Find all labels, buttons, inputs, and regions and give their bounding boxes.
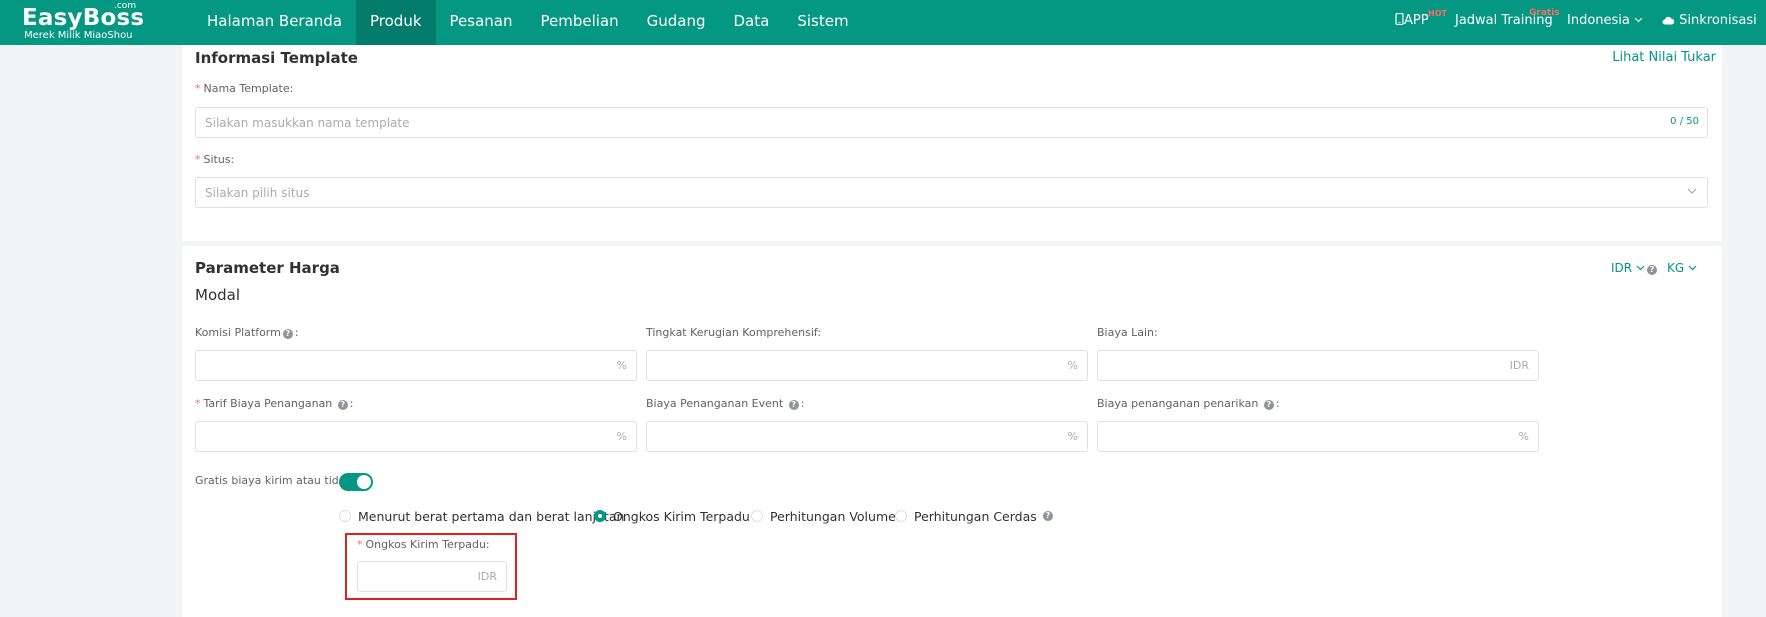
currency-label: IDR xyxy=(1611,261,1633,275)
withdrawal-fee-field[interactable] xyxy=(1098,422,1472,451)
logo-subtitle: Merek Milik MiaoShou xyxy=(24,30,133,41)
language-select[interactable]: Indonesia xyxy=(1567,0,1643,45)
unified-shipping-input[interactable]: IDR xyxy=(357,561,507,592)
percent-suffix: % xyxy=(616,430,627,443)
nav-item-gudang[interactable]: Gudang xyxy=(633,0,720,45)
percent-suffix: % xyxy=(1067,359,1078,372)
help-icon: ? xyxy=(282,329,293,339)
radio-unified-shipping[interactable]: Ongkos Kirim Terpadu xyxy=(594,508,750,524)
event-handling-fee-field[interactable] xyxy=(647,422,1021,451)
idr-suffix: IDR xyxy=(477,570,497,583)
radio-smart-calc[interactable]: Perhitungan Cerdas ? xyxy=(895,508,1055,524)
nav-item-data[interactable]: Data xyxy=(720,0,784,45)
event-handling-fee-input[interactable]: % xyxy=(646,421,1088,452)
loss-rate-field[interactable] xyxy=(647,351,1021,380)
unified-shipping-field[interactable] xyxy=(358,562,469,591)
nav-item-produk[interactable]: Produk xyxy=(356,0,436,45)
template-name-label: * Nama Template: xyxy=(195,82,294,95)
training-link[interactable]: Jadwal Training Gratis xyxy=(1455,0,1560,45)
idr-suffix: IDR xyxy=(1509,359,1529,372)
platform-commission-input[interactable]: % xyxy=(195,350,637,381)
app-label: APP xyxy=(1404,13,1429,28)
modal-subtitle: Modal xyxy=(195,286,240,304)
language-label: Indonesia xyxy=(1567,13,1630,28)
site-select[interactable] xyxy=(195,177,1708,208)
radio-circle xyxy=(751,510,763,522)
weight-unit-select[interactable]: KG xyxy=(1667,261,1697,275)
free-shipping-label: Gratis biaya kirim atau tidak: xyxy=(195,474,356,487)
percent-suffix: % xyxy=(616,359,627,372)
template-name-field[interactable] xyxy=(196,108,1481,137)
easyboss-logo[interactable]: .com EasyBoss Merek Milik MiaoShou xyxy=(22,1,145,42)
template-name-input[interactable]: 0 / 50 xyxy=(195,107,1708,138)
handling-fee-rate-label: * Tarif Biaya Penanganan ?: xyxy=(195,397,354,410)
loss-rate-input[interactable]: % xyxy=(646,350,1088,381)
hot-badge: HOT xyxy=(1428,9,1447,18)
toggle-knob xyxy=(357,475,371,489)
weight-unit-label: KG xyxy=(1667,261,1685,275)
app-link[interactable]: APP HOT xyxy=(1395,0,1447,45)
other-fee-field[interactable] xyxy=(1098,351,1472,380)
chevron-down-icon xyxy=(1688,265,1697,271)
currency-select[interactable]: IDR ? xyxy=(1611,261,1659,275)
chevron-down-icon xyxy=(1634,17,1643,23)
sync-button[interactable]: Sinkronisasi xyxy=(1662,0,1757,45)
handling-fee-rate-field[interactable] xyxy=(196,422,570,451)
loss-rate-label: Tingkat Kerugian Komprehensif: xyxy=(646,326,822,339)
price-params-title: Parameter Harga xyxy=(195,259,340,277)
radio-circle xyxy=(594,510,606,522)
cloud-icon xyxy=(1662,16,1675,25)
char-counter: 0 / 50 xyxy=(1670,116,1699,127)
chevron-down-icon xyxy=(1636,265,1645,271)
price-params-card: Parameter Harga IDR ? KG Modal Komisi Pl… xyxy=(182,246,1722,617)
template-info-title: Informasi Template xyxy=(195,49,358,67)
radio-circle xyxy=(895,510,907,522)
radio-weight-based[interactable]: Menurut berat pertama dan berat lanjutan xyxy=(339,508,624,524)
withdrawal-fee-label: Biaya penanganan penarikan ?: xyxy=(1097,397,1280,410)
unified-shipping-label: * Ongkos Kirim Terpadu: xyxy=(357,538,490,551)
main-nav: Halaman Beranda Produk Pesanan Pembelian… xyxy=(193,0,863,45)
exchange-rate-link[interactable]: Lihat Nilai Tukar xyxy=(1612,50,1716,65)
help-icon: ? xyxy=(1042,511,1053,521)
nav-item-pesanan[interactable]: Pesanan xyxy=(436,0,527,45)
logo-brand: EasyBoss xyxy=(22,5,145,31)
handling-fee-rate-input[interactable]: % xyxy=(195,421,637,452)
withdrawal-fee-input[interactable]: % xyxy=(1097,421,1539,452)
platform-commission-field[interactable] xyxy=(196,351,570,380)
help-icon: ? xyxy=(337,400,348,410)
site-label: * Situs: xyxy=(195,153,235,166)
help-icon: ? xyxy=(1263,400,1274,410)
help-icon: ? xyxy=(788,400,799,410)
radio-circle xyxy=(339,510,351,522)
top-navbar: .com EasyBoss Merek Milik MiaoShou Halam… xyxy=(0,0,1766,45)
free-shipping-toggle[interactable] xyxy=(339,473,373,491)
platform-commission-label: Komisi Platform?: xyxy=(195,326,299,339)
phone-icon xyxy=(1395,12,1404,26)
nav-item-sistem[interactable]: Sistem xyxy=(783,0,862,45)
radio-volume-calc[interactable]: Perhitungan Volume xyxy=(751,508,896,524)
template-info-card: Informasi Template Lihat Nilai Tukar * Na… xyxy=(182,45,1722,241)
help-icon: ? xyxy=(1646,265,1657,275)
event-handling-fee-label: Biaya Penanganan Event ?: xyxy=(646,397,805,410)
nav-item-pembelian[interactable]: Pembelian xyxy=(526,0,632,45)
percent-suffix: % xyxy=(1067,430,1078,443)
gratis-badge: Gratis xyxy=(1529,8,1560,18)
chevron-down-icon xyxy=(1687,188,1697,194)
nav-item-halaman-beranda[interactable]: Halaman Beranda xyxy=(193,0,356,45)
other-fee-label: Biaya Lain: xyxy=(1097,326,1158,339)
site-field[interactable] xyxy=(196,178,1481,207)
other-fee-input[interactable]: IDR xyxy=(1097,350,1539,381)
sync-label: Sinkronisasi xyxy=(1679,13,1757,28)
percent-suffix: % xyxy=(1518,430,1529,443)
